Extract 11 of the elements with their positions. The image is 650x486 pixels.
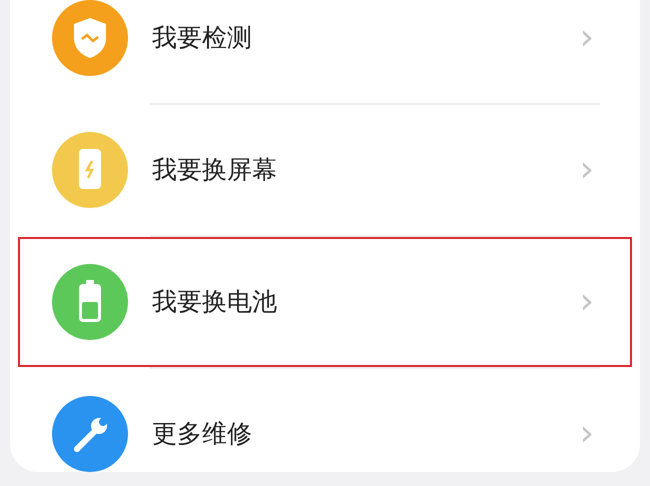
menu-label: 我要检测 — [152, 22, 253, 54]
menu-label: 更多维修 — [152, 418, 253, 450]
menu-item[interactable]: 我要换屏幕 › — [18, 105, 632, 235]
menu-label: 我要换电池 — [152, 286, 278, 318]
menu-item[interactable]: 我要检测 › — [18, 0, 632, 103]
chevron-icon: › — [580, 20, 594, 56]
menu-label: 我要换屏幕 — [152, 154, 278, 186]
chevron-icon: › — [580, 284, 594, 320]
menu-item[interactable]: 更多维修 › — [18, 369, 632, 472]
chevron-icon: › — [580, 152, 594, 188]
chevron-icon: › — [580, 416, 594, 452]
